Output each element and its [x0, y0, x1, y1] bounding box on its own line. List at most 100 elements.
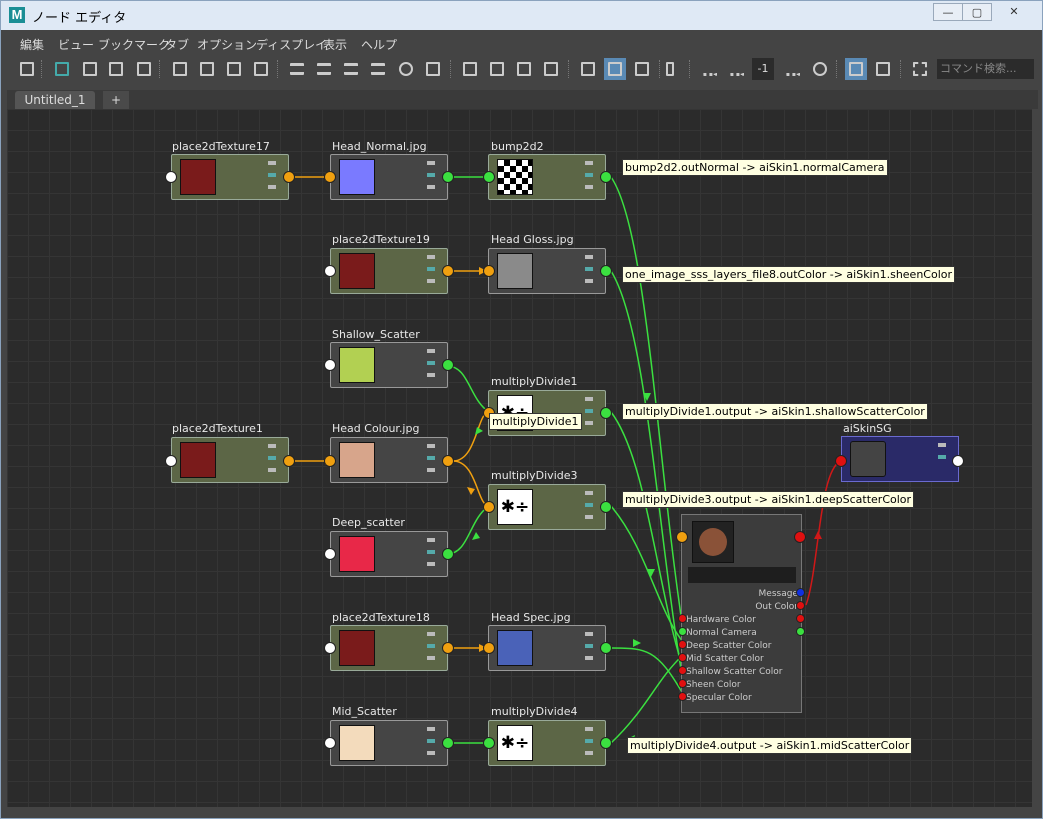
- menu-edit[interactable]: 編集: [20, 36, 44, 53]
- menu-help[interactable]: ヘルプ: [361, 36, 397, 53]
- menu-view[interactable]: ビュー: [58, 36, 94, 53]
- node-aiskin1[interactable]: Message Out Color Hardware Color Normal …: [681, 514, 802, 713]
- node-mid-scatter[interactable]: [330, 720, 448, 766]
- output-port[interactable]: [442, 171, 454, 183]
- graph-canvas[interactable]: place2dTexture17 Head_Normal.jpg bump2d2…: [7, 109, 1032, 807]
- output-port[interactable]: [952, 455, 964, 467]
- node-head-colour[interactable]: [330, 437, 448, 483]
- minimize-button[interactable]: —: [933, 3, 963, 21]
- close-button[interactable]: ✕: [991, 3, 1037, 21]
- frame-selected-icon[interactable]: [196, 58, 218, 80]
- input-port[interactable]: [483, 171, 495, 183]
- input-port[interactable]: [324, 265, 336, 277]
- input-port[interactable]: [324, 455, 336, 467]
- input-port[interactable]: [165, 455, 177, 467]
- ellipsis-icon[interactable]: [699, 58, 721, 80]
- create-node-icon[interactable]: [422, 58, 444, 80]
- out-color-port[interactable]: [796, 601, 805, 610]
- menu-show[interactable]: 表示: [323, 36, 347, 53]
- normal-camera-out-port[interactable]: [796, 627, 805, 636]
- custom-view-icon[interactable]: [367, 58, 389, 80]
- message-port[interactable]: [796, 588, 805, 597]
- node-aiskinsg[interactable]: [841, 436, 959, 482]
- mid-scatter-port[interactable]: [678, 653, 687, 662]
- specular-port[interactable]: [678, 692, 687, 701]
- output-port[interactable]: [442, 265, 454, 277]
- output-port[interactable]: [442, 642, 454, 654]
- menu-bookmarks[interactable]: ブックマーク: [98, 36, 170, 53]
- node-head-spec[interactable]: [488, 625, 606, 671]
- sheen-port[interactable]: [678, 679, 687, 688]
- swatch-toggle-icon[interactable]: [604, 58, 626, 80]
- output-port[interactable]: [442, 548, 454, 560]
- full-view-icon[interactable]: [340, 58, 362, 80]
- search-icon[interactable]: [395, 58, 417, 80]
- expand-icon[interactable]: [782, 58, 804, 80]
- shallow-scatter-port[interactable]: [678, 666, 687, 675]
- output-port[interactable]: [600, 265, 612, 277]
- refresh-swatch-icon[interactable]: [631, 58, 653, 80]
- node-shallow-scatter[interactable]: [330, 342, 448, 388]
- input-port[interactable]: [483, 501, 495, 513]
- contract-icon[interactable]: [726, 58, 748, 80]
- node-head-gloss[interactable]: [488, 248, 606, 294]
- lock-icon[interactable]: [662, 58, 684, 80]
- output-port[interactable]: [442, 455, 454, 467]
- command-search-input[interactable]: コマンド検索...: [937, 59, 1034, 79]
- input-port[interactable]: [676, 531, 688, 543]
- graph-input-icon[interactable]: [79, 58, 101, 80]
- layout-icon[interactable]: [223, 58, 245, 80]
- output-port[interactable]: [283, 455, 295, 467]
- input-port[interactable]: [324, 548, 336, 560]
- node-place2dtexture18[interactable]: [330, 625, 448, 671]
- input-port[interactable]: [483, 737, 495, 749]
- swap-icon[interactable]: [51, 58, 73, 80]
- node-place2dtexture19[interactable]: [330, 248, 448, 294]
- align-icon[interactable]: [250, 58, 272, 80]
- output-port[interactable]: [794, 531, 806, 543]
- output-port[interactable]: [600, 737, 612, 749]
- input-port[interactable]: [324, 737, 336, 749]
- node-place2dtexture1[interactable]: [171, 437, 289, 483]
- node-multiplydivide3[interactable]: ✱÷: [488, 484, 606, 530]
- tab-untitled-1[interactable]: Untitled_1: [15, 91, 95, 109]
- pin-icon[interactable]: [459, 58, 481, 80]
- hardware-color-out-port[interactable]: [796, 614, 805, 623]
- unpin-selected-icon[interactable]: [540, 58, 562, 80]
- frame-icon[interactable]: [909, 58, 931, 80]
- node-bump2d2[interactable]: [488, 154, 606, 200]
- output-port[interactable]: [600, 642, 612, 654]
- node-place2dtexture17[interactable]: [171, 154, 289, 200]
- input-connections-icon[interactable]: [16, 58, 38, 80]
- output-port[interactable]: [600, 501, 612, 513]
- output-port[interactable]: [442, 737, 454, 749]
- input-port[interactable]: [324, 171, 336, 183]
- output-port[interactable]: [283, 171, 295, 183]
- add-tab-button[interactable]: +: [103, 91, 129, 109]
- output-port[interactable]: [600, 407, 612, 419]
- snap-grid-icon[interactable]: [872, 58, 894, 80]
- normal-camera-port[interactable]: [678, 627, 687, 636]
- graph-output-icon[interactable]: [133, 58, 155, 80]
- node-name-field[interactable]: [688, 567, 796, 583]
- node-head-normal[interactable]: [330, 154, 448, 200]
- input-port[interactable]: [165, 171, 177, 183]
- input-port[interactable]: [483, 642, 495, 654]
- hardware-color-port[interactable]: [678, 614, 687, 623]
- shader-icon[interactable]: [577, 58, 599, 80]
- unpin-icon[interactable]: [513, 58, 535, 80]
- maximize-button[interactable]: ▢: [962, 3, 992, 21]
- input-port[interactable]: [835, 455, 847, 467]
- pin-selected-icon[interactable]: [486, 58, 508, 80]
- infinity-icon[interactable]: [809, 58, 831, 80]
- input-port[interactable]: [324, 642, 336, 654]
- graph-both-icon[interactable]: [105, 58, 127, 80]
- node-multiplydivide4[interactable]: ✱÷: [488, 720, 606, 766]
- menu-tabs[interactable]: タブ: [165, 36, 189, 53]
- output-port[interactable]: [442, 359, 454, 371]
- output-port[interactable]: [600, 171, 612, 183]
- number-field[interactable]: -1: [752, 58, 774, 80]
- collapse-icon[interactable]: [286, 58, 308, 80]
- input-port[interactable]: [483, 265, 495, 277]
- node-deep-scatter[interactable]: [330, 531, 448, 577]
